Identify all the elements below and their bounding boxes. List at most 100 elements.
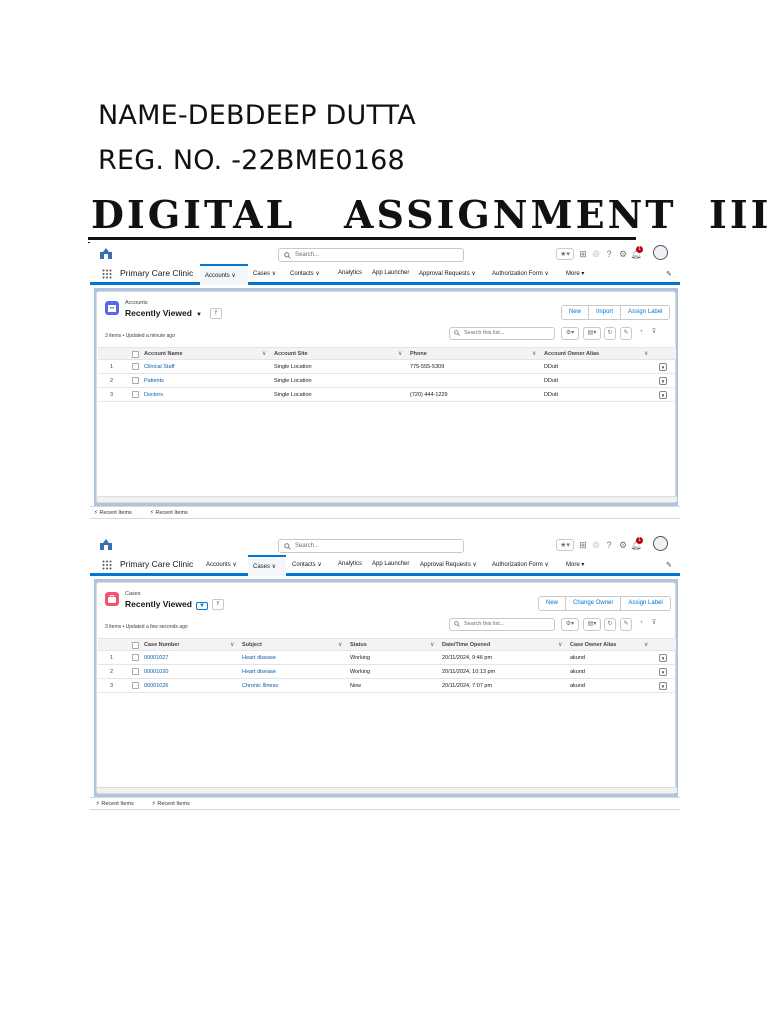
chevron-down-icon[interactable]: ▼ (195, 602, 208, 610)
help-question-icon[interactable]: ? (604, 539, 614, 551)
trailhead-icon[interactable]: ♲ (591, 539, 601, 551)
nav-tab-contacts[interactable]: Contacts ∨ (292, 561, 322, 568)
account-name-link[interactable]: Clinical Staff (144, 364, 174, 370)
filter-icon[interactable]: ⊽ (649, 327, 659, 340)
assign-label-button[interactable]: Assign Label (620, 597, 670, 610)
charts-icon[interactable]: ◔ (636, 327, 646, 340)
list-settings-gear-icon[interactable]: ⚙▾ (561, 327, 579, 340)
charts-icon[interactable]: ◔ (636, 618, 646, 631)
column-header[interactable]: Account Site (274, 351, 308, 357)
setup-gear-icon[interactable]: ⚙ (618, 248, 628, 260)
row-actions-chevron-icon[interactable]: ▼ (659, 682, 667, 690)
case-number-link[interactable]: 00001026 (144, 683, 168, 689)
row-actions-chevron-icon[interactable]: ▼ (659, 391, 667, 399)
nav-tab-analytics[interactable]: Analytics (338, 561, 362, 567)
notifications-bell-icon[interactable]: 🔔︎ 1 (630, 537, 643, 551)
column-menu-chevron-icon[interactable]: ∨ (338, 641, 342, 648)
global-actions-plus-icon[interactable]: ⊞ (578, 248, 588, 260)
column-menu-chevron-icon[interactable]: ∨ (644, 350, 648, 357)
nav-tab-authorization-form[interactable]: Authorization Form ∨ (492, 561, 549, 568)
recent-items-utility[interactable]: ⚡︎ Recent Items (152, 801, 190, 807)
select-all-checkbox[interactable] (132, 642, 139, 649)
nav-tab-authorization-form[interactable]: Authorization Form ∨ (492, 270, 549, 277)
case-number-link[interactable]: 00001020 (144, 669, 168, 675)
filter-icon[interactable]: ⊽ (649, 618, 659, 631)
row-checkbox[interactable] (132, 363, 139, 370)
row-checkbox[interactable] (132, 654, 139, 661)
nav-tab-cases[interactable]: Cases ∨ (253, 270, 276, 277)
nav-tab-accounts[interactable]: Accounts ∨ (200, 264, 248, 285)
global-search-input[interactable]: Search... (278, 248, 464, 262)
global-actions-plus-icon[interactable]: ⊞ (578, 539, 588, 551)
column-header[interactable]: Case Number (144, 642, 179, 648)
subject-link[interactable]: Chronic Illness (242, 683, 278, 689)
recent-items-utility[interactable]: ⚡︎ Recent Items (94, 510, 132, 516)
column-header[interactable]: Status (350, 642, 367, 648)
row-actions-chevron-icon[interactable]: ▼ (659, 654, 667, 662)
column-menu-chevron-icon[interactable]: ∨ (262, 350, 266, 357)
column-header[interactable]: Case Owner Alias (570, 642, 616, 648)
subject-link[interactable]: Heart disease (242, 669, 276, 675)
list-search-input[interactable]: Search this list... (449, 618, 555, 631)
edit-nav-pencil-icon[interactable]: ✎ (666, 270, 672, 278)
list-search-input[interactable]: Search this list... (449, 327, 555, 340)
row-checkbox[interactable] (132, 391, 139, 398)
list-settings-gear-icon[interactable]: ⚙▾ (561, 618, 579, 631)
row-actions-chevron-icon[interactable]: ▼ (659, 668, 667, 676)
new-button[interactable]: New (539, 597, 566, 610)
nav-tab-approval-requests[interactable]: Approval Requests ∨ (420, 561, 477, 568)
nav-tab-app-launcher[interactable]: App Launcher (372, 561, 409, 567)
edit-nav-pencil-icon[interactable]: ✎ (666, 561, 672, 569)
row-actions-chevron-icon[interactable]: ▼ (659, 363, 667, 371)
trailhead-icon[interactable]: ♲ (591, 248, 601, 260)
edit-list-pencil-icon[interactable]: ✎ (620, 618, 632, 631)
column-menu-chevron-icon[interactable]: ∨ (644, 641, 648, 648)
nav-tab-cases[interactable]: Cases ∨ (248, 555, 286, 576)
row-checkbox[interactable] (132, 668, 139, 675)
nav-tab-analytics[interactable]: Analytics (338, 270, 362, 276)
display-as-table-icon[interactable]: ▤▾ (583, 327, 601, 340)
account-name-link[interactable]: Doctors (144, 392, 163, 398)
user-avatar[interactable] (653, 245, 668, 260)
column-header[interactable]: Date/Time Opened (442, 642, 490, 648)
import-button[interactable]: Import (588, 306, 621, 319)
recent-items-utility[interactable]: ⚡︎ Recent Items (96, 801, 134, 807)
select-all-checkbox[interactable] (132, 351, 139, 358)
app-launcher-waffle-icon[interactable] (102, 269, 112, 279)
user-avatar[interactable] (653, 536, 668, 551)
display-as-table-icon[interactable]: ▤▾ (583, 618, 601, 631)
row-actions-chevron-icon[interactable]: ▼ (659, 377, 667, 385)
case-number-link[interactable]: 00001027 (144, 655, 168, 661)
account-name-link[interactable]: Patients (144, 378, 164, 384)
list-view-selector[interactable]: Recently Viewed ▼ (125, 308, 202, 318)
column-header[interactable]: Account Owner Alias (544, 351, 599, 357)
edit-list-pencil-icon[interactable]: ✎ (620, 327, 632, 340)
refresh-icon[interactable]: ↻ (604, 327, 616, 340)
nav-more-menu[interactable]: More ▾ (566, 561, 584, 568)
horizontal-scrollbar[interactable] (97, 496, 677, 502)
notifications-bell-icon[interactable]: 🔔︎ 1 (630, 246, 643, 260)
pin-icon[interactable]: ⫯ (210, 308, 222, 319)
column-menu-chevron-icon[interactable]: ∨ (430, 641, 434, 648)
chevron-down-icon[interactable]: ▼ (196, 312, 202, 318)
row-checkbox[interactable] (132, 377, 139, 384)
help-question-icon[interactable]: ? (604, 248, 614, 260)
recent-items-utility[interactable]: ⚡︎ Recent Items (150, 510, 188, 516)
column-menu-chevron-icon[interactable]: ∨ (230, 641, 234, 648)
new-button[interactable]: New (562, 306, 589, 319)
favorites-star-icon[interactable]: ★▾ (556, 539, 574, 551)
change-owner-button[interactable]: Change Owner (565, 597, 621, 610)
list-view-selector[interactable]: Recently Viewed ▼ (125, 599, 208, 610)
horizontal-scrollbar[interactable] (97, 787, 677, 793)
column-menu-chevron-icon[interactable]: ∨ (558, 641, 562, 648)
column-header[interactable]: Subject (242, 642, 262, 648)
nav-more-menu[interactable]: More ▾ (566, 270, 584, 277)
nav-tab-contacts[interactable]: Contacts ∨ (290, 270, 320, 277)
global-search-input[interactable]: Search... (278, 539, 464, 553)
column-menu-chevron-icon[interactable]: ∨ (398, 350, 402, 357)
nav-tab-approval-requests[interactable]: Approval Requests ∨ (419, 270, 476, 277)
refresh-icon[interactable]: ↻ (604, 618, 616, 631)
assign-label-button[interactable]: Assign Label (620, 306, 670, 319)
favorites-star-icon[interactable]: ★▾ (556, 248, 574, 260)
row-checkbox[interactable] (132, 682, 139, 689)
